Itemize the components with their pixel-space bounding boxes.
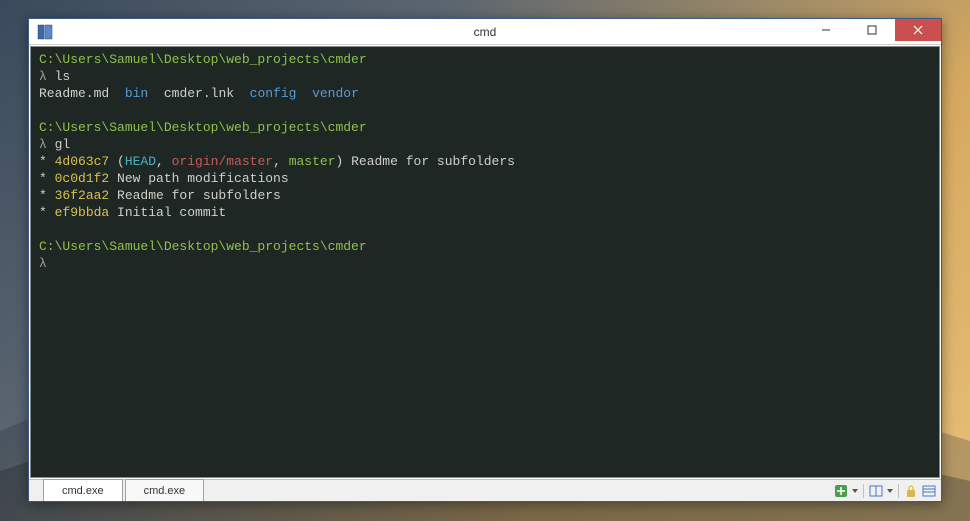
terminal-span: New path modifications	[109, 171, 288, 186]
terminal-span: HEAD	[125, 154, 156, 169]
terminal-line: C:\Users\Samuel\Desktop\web_projects\cmd…	[39, 119, 931, 136]
split-dropdown-icon[interactable]	[886, 483, 894, 499]
terminal-line: λ ls	[39, 68, 931, 85]
terminal-span: λ	[39, 69, 55, 84]
add-tab-dropdown-icon[interactable]	[851, 483, 859, 499]
terminal-span: 0c0d1f2	[55, 171, 110, 186]
terminal-span: C:\Users\Samuel\Desktop\web_projects\cmd…	[39, 52, 367, 67]
minimize-button[interactable]	[803, 19, 849, 41]
terminal-span: ,	[156, 154, 172, 169]
terminal-span: ,	[273, 154, 289, 169]
split-button[interactable]	[868, 483, 884, 499]
terminal-span: ) Readme for subfolders	[336, 154, 515, 169]
terminal-span: master	[289, 154, 336, 169]
terminal-line	[39, 221, 931, 238]
terminal-span: 4d063c7	[55, 154, 110, 169]
terminal-line: C:\Users\Samuel\Desktop\web_projects\cmd…	[39, 51, 931, 68]
statusbar-buttons	[833, 480, 941, 501]
terminal-line: λ gl	[39, 136, 931, 153]
terminal-span: *	[39, 205, 55, 220]
terminal-line: C:\Users\Samuel\Desktop\web_projects\cmd…	[39, 238, 931, 255]
terminal-span: λ	[39, 137, 55, 152]
app-icon	[37, 24, 53, 40]
menu-button[interactable]	[921, 483, 937, 499]
lock-icon[interactable]	[903, 483, 919, 499]
add-tab-button[interactable]	[833, 483, 849, 499]
separator	[863, 484, 864, 498]
app-window: cmd C:\Users\Samuel\Desktop\web_projects…	[28, 18, 942, 502]
console-tab[interactable]: cmd.exe	[43, 479, 123, 501]
terminal-span: C:\Users\Samuel\Desktop\web_projects\cmd…	[39, 120, 367, 135]
terminal-span: Readme for subfolders	[109, 188, 281, 203]
console-tab[interactable]: cmd.exe	[125, 479, 205, 501]
terminal-output[interactable]: C:\Users\Samuel\Desktop\web_projects\cmd…	[30, 46, 940, 478]
terminal-span: Readme.md	[39, 86, 125, 101]
terminal-span: gl	[55, 137, 71, 152]
separator	[898, 484, 899, 498]
close-button[interactable]	[895, 19, 941, 41]
terminal-line: * 0c0d1f2 New path modifications	[39, 170, 931, 187]
statusbar: cmd.execmd.exe	[29, 479, 941, 501]
terminal-span: ef9bbda	[55, 205, 110, 220]
terminal-span: Initial commit	[109, 205, 226, 220]
terminal-span: origin/master	[172, 154, 273, 169]
terminal-span: ls	[55, 69, 71, 84]
terminal-span: λ	[39, 256, 47, 271]
maximize-button[interactable]	[849, 19, 895, 41]
terminal-span: config	[250, 86, 297, 101]
terminal-line: λ	[39, 255, 931, 272]
terminal-span: *	[39, 154, 55, 169]
terminal-span: 36f2aa2	[55, 188, 110, 203]
terminal-span: cmder.lnk	[148, 86, 249, 101]
window-controls	[803, 19, 941, 41]
tab-strip: cmd.execmd.exe	[29, 480, 204, 501]
terminal-line	[39, 102, 931, 119]
terminal-span: *	[39, 171, 55, 186]
terminal-span: C:\Users\Samuel\Desktop\web_projects\cmd…	[39, 239, 367, 254]
terminal-span: bin	[125, 86, 148, 101]
terminal-span: (	[109, 154, 125, 169]
titlebar[interactable]: cmd	[29, 19, 941, 45]
terminal-line: * ef9bbda Initial commit	[39, 204, 931, 221]
terminal-span: vendor	[312, 86, 359, 101]
terminal-line: * 36f2aa2 Readme for subfolders	[39, 187, 931, 204]
terminal-line: Readme.md bin cmder.lnk config vendor	[39, 85, 931, 102]
terminal-line: * 4d063c7 (HEAD, origin/master, master) …	[39, 153, 931, 170]
terminal-span	[296, 86, 312, 101]
terminal-span: *	[39, 188, 55, 203]
